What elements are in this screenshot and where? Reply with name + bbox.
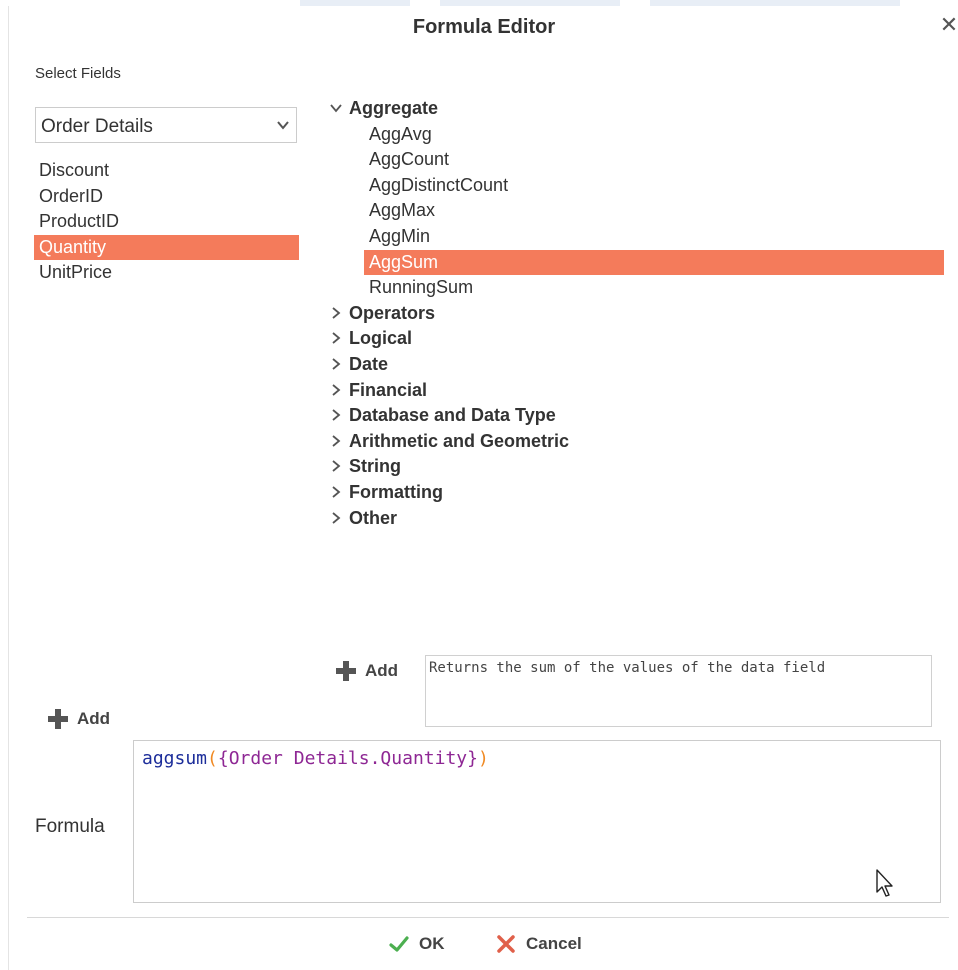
tree-function-aggdistinctcount[interactable]: AggDistinctCount [364,173,944,199]
field-item-quantity[interactable]: Quantity [34,234,299,261]
table-select-value: Order Details [41,116,153,137]
tree-category-label: Arithmetic and Geometric [349,430,570,451]
tree-category-date[interactable]: Date [327,352,944,378]
formula-input[interactable]: aggsum({Order Details.Quantity}) [133,740,941,903]
tree-category-label: Database and Data Type [349,405,556,426]
chevron-right-icon [332,332,341,345]
tree-category-arithmetic-and-geometric[interactable]: Arithmetic and Geometric [327,429,944,455]
tree-category-label: String [349,456,401,477]
formula-field-token: {Order Details.Quantity} [217,748,478,769]
tree-function-aggsum[interactable]: AggSum [364,249,944,276]
chevron-down-icon [330,104,342,113]
table-select[interactable]: Order Details [35,107,297,143]
formula-label: Formula [35,816,105,837]
formula-open-paren: ( [207,748,218,769]
mouse-cursor-icon [876,869,893,897]
chevron-right-icon [332,383,341,396]
ok-button[interactable]: OK [389,934,445,954]
select-fields-label: Select Fields [35,65,121,82]
ok-label: OK [419,934,445,953]
chevron-right-icon [332,435,341,447]
cancel-button[interactable]: Cancel [496,934,582,954]
tree-category-label: Financial [349,379,428,400]
formula-close-paren: ) [477,748,489,769]
footer-divider [27,917,949,918]
formula-function-token: aggsum [142,748,208,769]
field-item-orderid[interactable]: OrderID [34,184,299,210]
plus-icon [48,709,68,729]
function-tree: Aggregate AggAvg AggCount AggDistinctCou… [327,96,944,531]
add-field-button[interactable]: Add [47,708,110,730]
check-icon [389,936,409,952]
chevron-right-icon [332,460,341,473]
tree-function-aggavg[interactable]: AggAvg [364,122,944,148]
plus-icon [336,661,356,681]
field-list: Discount OrderID ProductID Quantity Unit… [34,158,299,286]
tree-function-runningsum[interactable]: RunningSum [364,275,944,301]
chevron-down-icon [277,121,289,130]
tree-category-label: Formatting [349,481,443,502]
field-item-discount[interactable]: Discount [34,158,299,184]
tree-category-label: Operators [349,302,436,323]
tree-function-aggmin[interactable]: AggMin [364,224,944,250]
tree-category-other[interactable]: Other [327,506,944,532]
function-description: Returns the sum of the values of the dat… [425,655,932,727]
close-icon[interactable]: ✕ [938,14,958,36]
field-item-unitprice[interactable]: UnitPrice [34,260,299,286]
tree-category-formatting[interactable]: Formatting [327,480,944,506]
cancel-x-icon [497,935,515,953]
tree-category-label: Aggregate [349,98,439,118]
tree-category-aggregate[interactable]: Aggregate [327,96,944,122]
tree-category-operators[interactable]: Operators [327,301,944,327]
tree-category-logical[interactable]: Logical [327,326,944,352]
chevron-right-icon [332,486,341,498]
tree-function-aggmax[interactable]: AggMax [364,198,944,224]
add-function-button[interactable]: Add [335,660,398,682]
tree-category-label: Date [349,353,389,374]
chevron-right-icon [332,358,341,370]
tree-category-label: Other [349,507,398,528]
field-item-productid[interactable]: ProductID [34,209,299,235]
add-field-label: Add [77,709,111,728]
tree-category-database-and-data-type[interactable]: Database and Data Type [327,403,944,429]
tree-category-label: Logical [349,328,413,349]
add-function-label: Add [365,661,399,680]
chevron-right-icon [332,511,341,524]
chevron-right-icon [332,307,341,319]
tree-category-financial[interactable]: Financial [327,378,944,404]
dialog-title: Formula Editor [412,16,556,38]
tree-function-aggcount[interactable]: AggCount [364,147,944,173]
tree-category-string[interactable]: String [327,454,944,480]
cancel-label: Cancel [526,934,582,953]
formula-editor-dialog: Formula Editor ✕ Select Fields Order Det… [8,6,958,970]
chevron-right-icon [332,409,341,421]
